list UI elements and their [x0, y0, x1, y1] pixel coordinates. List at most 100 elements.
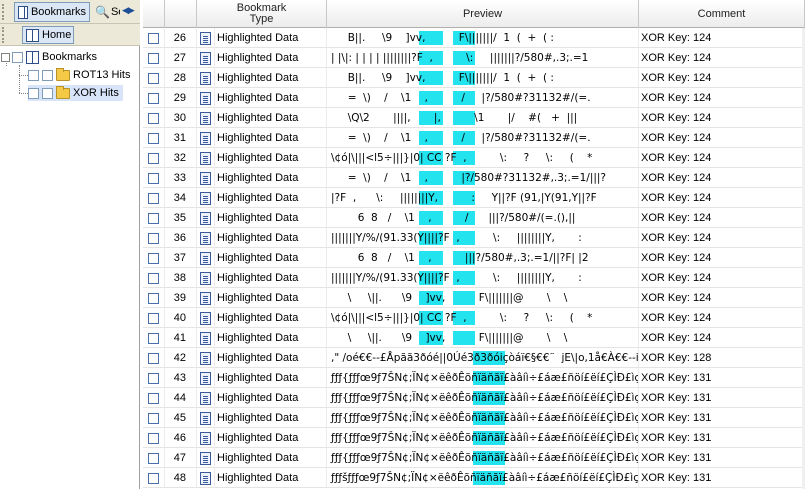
- tab-scroll-arrows[interactable]: ◀▶: [122, 5, 135, 16]
- table-row[interactable]: 35 Highlighted Data 6 8 / \1 , / |||?/580…: [143, 208, 805, 228]
- tree-node-xor-hits[interactable]: XOR Hits: [28, 85, 123, 101]
- header-bookmark-type[interactable]: Bookmark Type: [197, 0, 327, 28]
- tree-node-bookmarks[interactable]: Bookmarks: [1, 49, 97, 65]
- row-checkbox-cell[interactable]: [143, 248, 165, 268]
- row-checkbox[interactable]: [148, 132, 159, 144]
- row-checkbox-cell[interactable]: [143, 28, 165, 48]
- table-row[interactable]: 28 Highlighted Data B||. \9 ]vv, F\||||||…: [143, 68, 805, 88]
- table-row[interactable]: 43 Highlighted Data ƒƒƒ{ƒƒƒœ9ƒ7ŠN¢;ÏN¢×ëêð…: [143, 368, 805, 388]
- table-row[interactable]: 37 Highlighted Data 6 8 / \1 , |||?/580#,…: [143, 248, 805, 268]
- header-preview[interactable]: Preview: [327, 0, 639, 28]
- row-checkbox-cell[interactable]: [143, 368, 165, 388]
- row-bookmark-type: Highlighted Data: [215, 368, 327, 388]
- row-checkbox-cell[interactable]: [143, 468, 165, 488]
- tree-checkbox-rot13-b[interactable]: [42, 69, 53, 81]
- tab-scroll-right-icon[interactable]: ▶: [128, 5, 135, 15]
- row-checkbox-cell[interactable]: [143, 48, 165, 68]
- home-button[interactable]: Home: [22, 26, 74, 44]
- row-checkbox-cell[interactable]: [143, 128, 165, 148]
- row-checkbox[interactable]: [148, 232, 159, 244]
- table-row[interactable]: 36 Highlighted Data |||||||Y/%/(91.33(Y|||…: [143, 228, 805, 248]
- homebar-grip-icon[interactable]: [2, 27, 10, 43]
- row-checkbox-cell[interactable]: [143, 268, 165, 288]
- row-checkbox[interactable]: [148, 172, 159, 184]
- row-checkbox[interactable]: [148, 312, 159, 324]
- row-type-cell-icon: [197, 108, 215, 128]
- row-checkbox-cell[interactable]: [143, 88, 165, 108]
- table-row[interactable]: 46 Highlighted Data ƒƒƒ{ƒƒƒœ9ƒ7ŠN¢;ÏN¢×ëêð…: [143, 428, 805, 448]
- table-row[interactable]: 32 Highlighted Data \¢ó|\|||<l5÷|||}|0| CC…: [143, 148, 805, 168]
- row-checkbox[interactable]: [148, 112, 159, 124]
- table-row[interactable]: 40 Highlighted Data \¢ó|\|||<l5÷|||}|0| CC…: [143, 308, 805, 328]
- table-row[interactable]: 31 Highlighted Data = \) / \1 , / |?/580#…: [143, 128, 805, 148]
- row-checkbox-cell[interactable]: [143, 148, 165, 168]
- row-preview: 6 8 / \1 , / |||?/580#/(=.(),||: [327, 208, 639, 228]
- table-row[interactable]: 27 Highlighted Data | |\|: | | | | |||||||…: [143, 48, 805, 68]
- tree-checkbox-rot13[interactable]: [28, 69, 39, 81]
- row-checkbox[interactable]: [148, 92, 159, 104]
- row-checkbox[interactable]: [148, 292, 159, 304]
- table-row[interactable]: 33 Highlighted Data = \) / \1 , |?/580#?3…: [143, 168, 805, 188]
- row-checkbox[interactable]: [148, 432, 159, 444]
- row-number: 47: [165, 448, 197, 468]
- row-checkbox[interactable]: [148, 332, 159, 344]
- collapse-icon[interactable]: [1, 52, 10, 62]
- row-checkbox-cell[interactable]: [143, 208, 165, 228]
- table-row[interactable]: 45 Highlighted Data ƒƒƒ{ƒƒƒœ9ƒ7ŠN¢;ÏN¢×ëêð…: [143, 408, 805, 428]
- table-row[interactable]: 41 Highlighted Data \ \||. \9 ]vv, F\||||…: [143, 328, 805, 348]
- row-checkbox[interactable]: [148, 272, 159, 284]
- tab-bookmarks[interactable]: Bookmarks: [14, 2, 90, 22]
- row-preview: 6 8 / \1 , |||?/580#,.3;.=1/||?F| |2: [327, 248, 639, 268]
- row-checkbox[interactable]: [148, 152, 159, 164]
- row-checkbox[interactable]: [148, 412, 159, 424]
- row-checkbox[interactable]: [148, 372, 159, 384]
- table-row[interactable]: 30 Highlighted Data \Q\2 ||||, |, \1 |/ #…: [143, 108, 805, 128]
- row-checkbox[interactable]: [148, 52, 159, 64]
- row-comment: XOR Key: 131: [639, 448, 805, 468]
- row-checkbox[interactable]: [148, 452, 159, 464]
- row-checkbox-cell[interactable]: [143, 288, 165, 308]
- header-comment[interactable]: Comment: [639, 0, 805, 28]
- table-row[interactable]: 47 Highlighted Data ƒƒƒ{ƒƒƒœ9ƒ7ŠN¢;ÏN¢×ëêð…: [143, 448, 805, 468]
- row-checkbox-cell[interactable]: [143, 348, 165, 368]
- row-checkbox-cell[interactable]: [143, 228, 165, 248]
- header-number-col[interactable]: [165, 0, 197, 28]
- row-type-cell-icon: [197, 248, 215, 268]
- row-preview-text: ƒƒƒ{ƒƒƒœ9ƒ7ŠN¢;ÏN¢×ëêðÊõñïäñãï£àâíì÷£áæ£…: [331, 372, 639, 384]
- table-row[interactable]: 42 Highlighted Data ," /oé€€--£Åpãã3ðóé||0…: [143, 348, 805, 368]
- header-checkbox-col[interactable]: [143, 0, 165, 28]
- row-checkbox[interactable]: [148, 212, 159, 224]
- table-row[interactable]: 29 Highlighted Data = \) / \1 , / |?/580#…: [143, 88, 805, 108]
- row-checkbox-cell[interactable]: [143, 408, 165, 428]
- row-checkbox[interactable]: [148, 32, 159, 44]
- table-row[interactable]: 44 Highlighted Data ƒƒƒ{ƒƒƒœ9ƒ7ŠN¢;ÏN¢×ëêð…: [143, 388, 805, 408]
- row-checkbox[interactable]: [148, 252, 159, 264]
- row-checkbox-cell[interactable]: [143, 68, 165, 88]
- row-checkbox-cell[interactable]: [143, 168, 165, 188]
- table-row[interactable]: 39 Highlighted Data \ \||. \9 ]vv, F\||||…: [143, 288, 805, 308]
- row-checkbox[interactable]: [148, 472, 159, 484]
- row-checkbox[interactable]: [148, 192, 159, 204]
- row-checkbox-cell[interactable]: [143, 308, 165, 328]
- tree-checkbox-xor-b[interactable]: [42, 87, 53, 99]
- row-checkbox-cell[interactable]: [143, 108, 165, 128]
- toolbar-grip-icon[interactable]: [2, 4, 10, 20]
- row-preview-text: ƒƒƒ{ƒƒƒœ9ƒ7ŠN¢;ÏN¢×ëêðÊõñïäñãï£àâíì÷£áæ£…: [331, 452, 639, 464]
- table-row[interactable]: 38 Highlighted Data |||||||Y/%/(91.33(Y|||…: [143, 268, 805, 288]
- row-checkbox-cell[interactable]: [143, 188, 165, 208]
- tab-search[interactable]: 🔍 Se: [92, 2, 120, 22]
- tree-checkbox-bookmarks[interactable]: [12, 51, 23, 63]
- row-checkbox-cell[interactable]: [143, 388, 165, 408]
- row-checkbox-cell[interactable]: [143, 328, 165, 348]
- row-checkbox-cell[interactable]: [143, 428, 165, 448]
- table-row[interactable]: 48 Highlighted Data ƒƒƒšƒƒƒœ9ƒ7ŠN¢;ÏN¢×ëêð…: [143, 468, 805, 488]
- row-checkbox[interactable]: [148, 352, 159, 364]
- table-row[interactable]: 34 Highlighted Data |?F , \: ||||||||Y, : …: [143, 188, 805, 208]
- tree-checkbox-xor[interactable]: [28, 87, 39, 99]
- row-checkbox[interactable]: [148, 72, 159, 84]
- row-bookmark-type: Highlighted Data: [215, 248, 327, 268]
- row-checkbox-cell[interactable]: [143, 448, 165, 468]
- table-row[interactable]: 26 Highlighted Data B||. \9 ]vv, F\||||||…: [143, 28, 805, 48]
- tree-node-rot13-hits[interactable]: ROT13 Hits: [28, 67, 130, 83]
- row-checkbox[interactable]: [148, 392, 159, 404]
